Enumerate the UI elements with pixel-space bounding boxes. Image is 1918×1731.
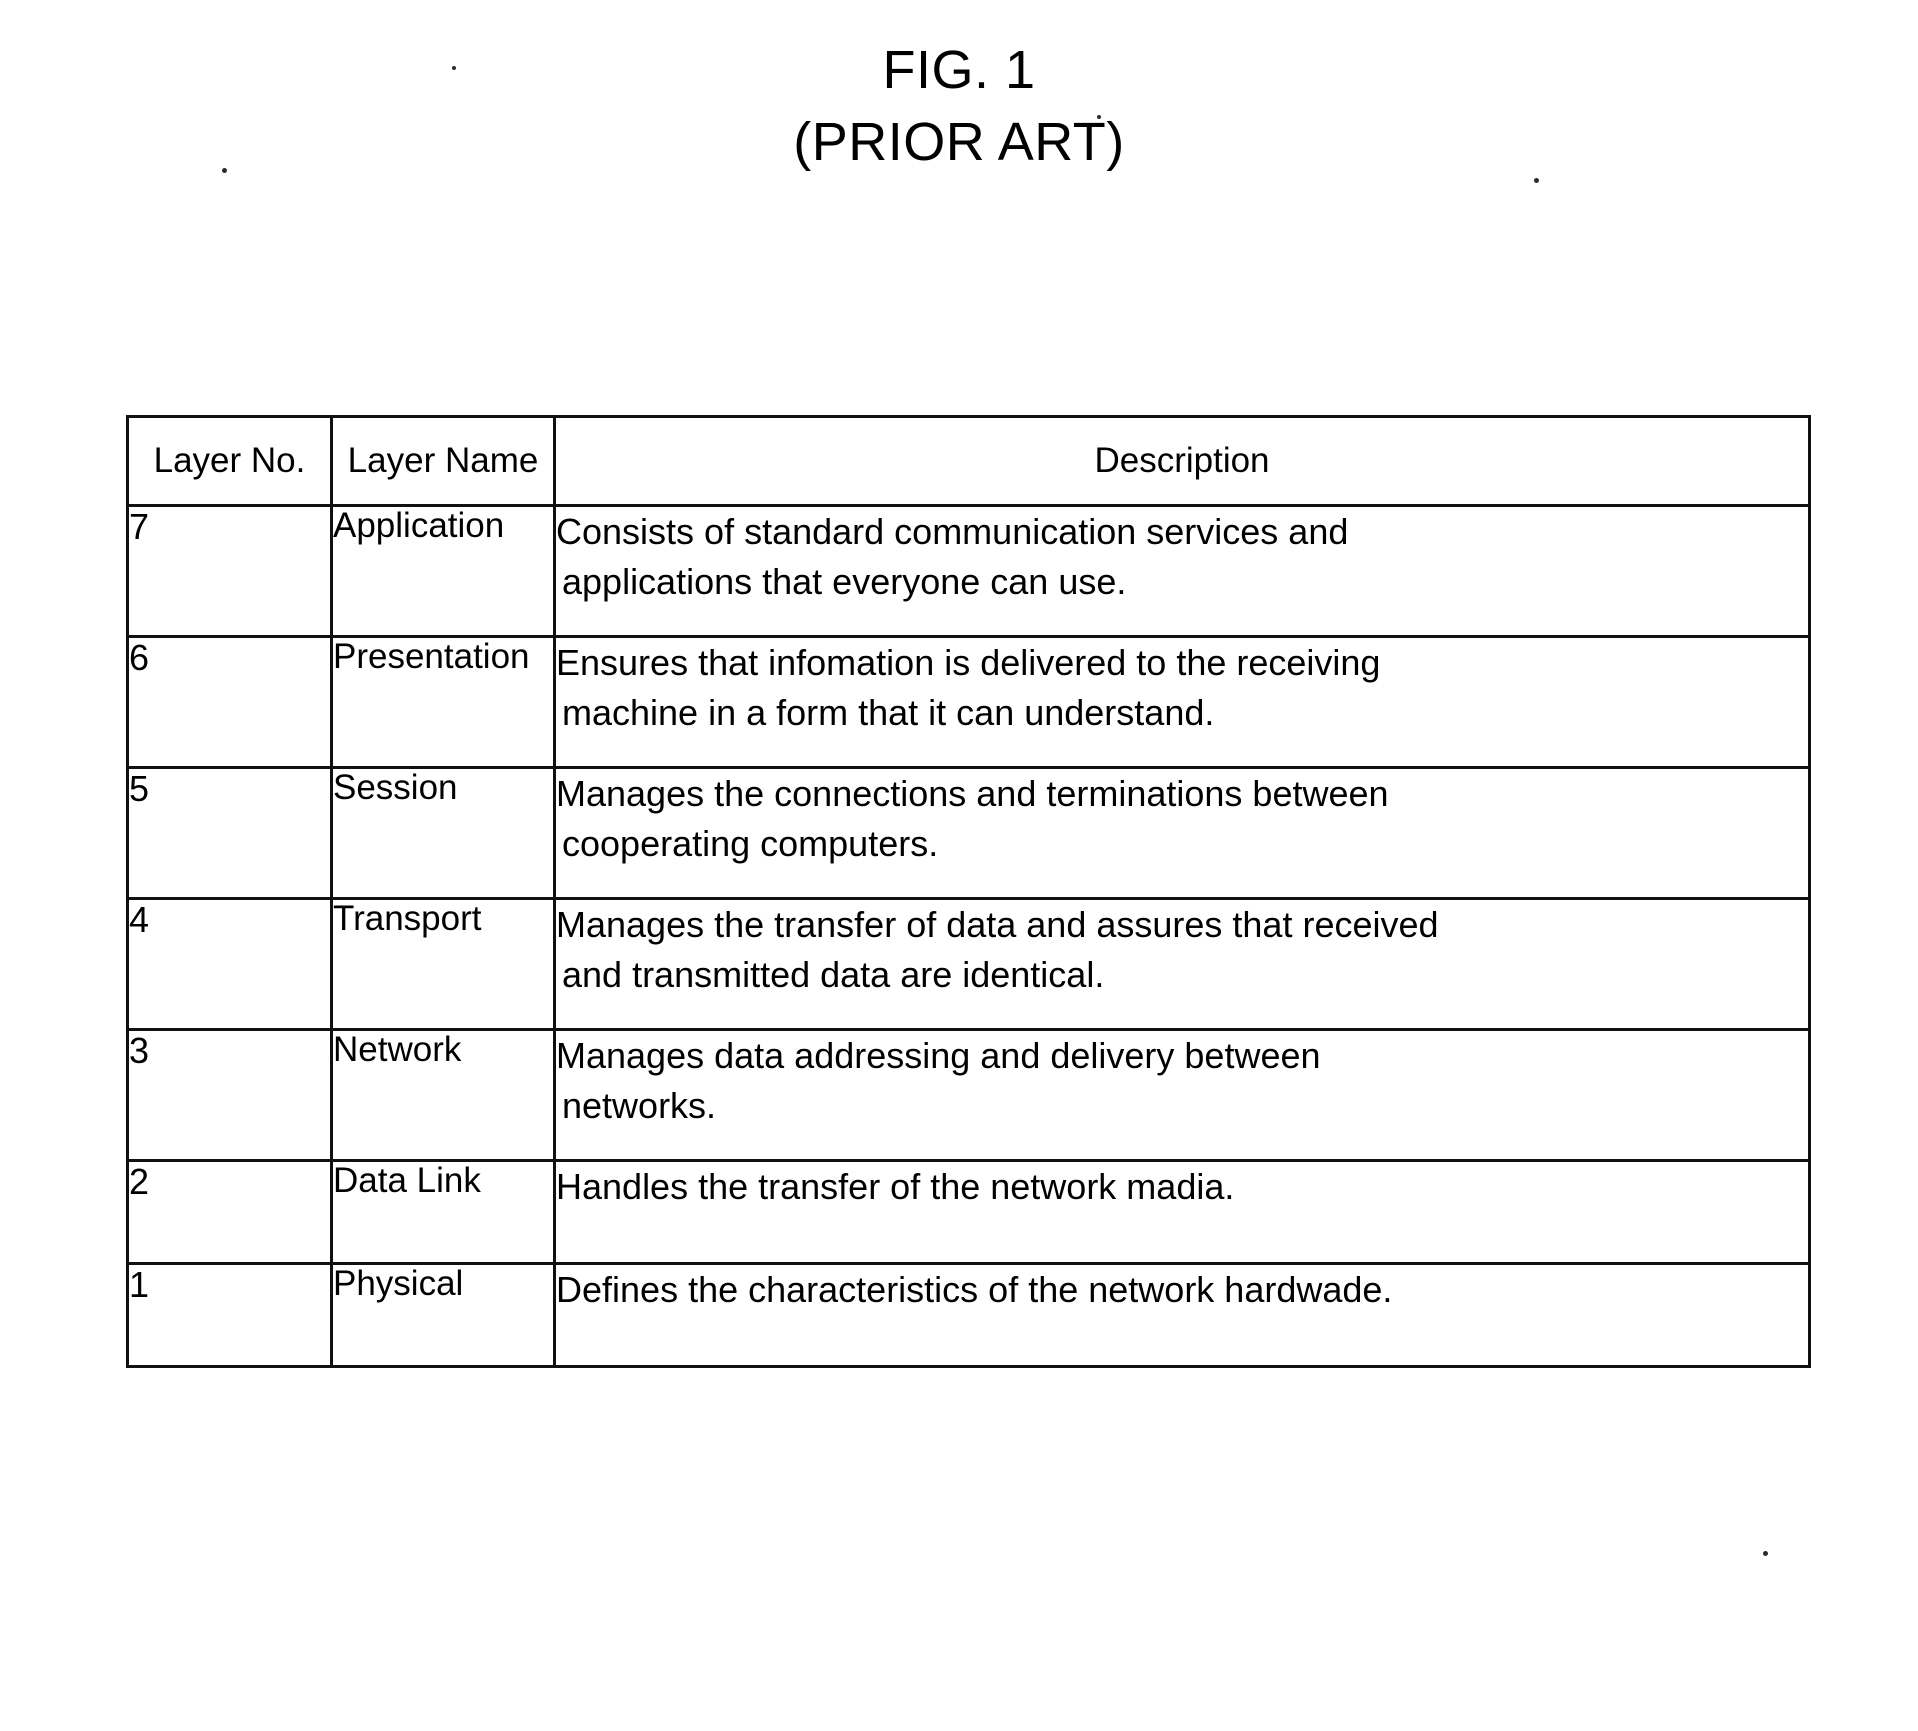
header-description: Description bbox=[553, 415, 1811, 507]
cell-description: Ensures that infomation is delivered to … bbox=[553, 635, 1811, 769]
table-row: 3 Network Manages data addressing and de… bbox=[126, 1028, 1811, 1162]
description-line-1: Ensures that infomation is delivered to … bbox=[556, 642, 1381, 683]
cell-layer-name: Application bbox=[330, 504, 556, 638]
cell-description: Handles the transfer of the network madi… bbox=[553, 1159, 1811, 1265]
scan-speck bbox=[1534, 178, 1539, 183]
description-line-1: Consists of standard communication servi… bbox=[556, 511, 1349, 552]
table-row: 6 Presentation Ensures that infomation i… bbox=[126, 635, 1811, 769]
description-line-1: Manages the connections and terminations… bbox=[556, 773, 1389, 814]
figure-number-label: FIG. 1 bbox=[882, 40, 1036, 100]
cell-description: Manages the connections and terminations… bbox=[553, 766, 1811, 900]
cell-layer-no: 4 bbox=[126, 897, 333, 1031]
cell-description: Manages the transfer of data and assures… bbox=[553, 897, 1811, 1031]
cell-layer-name: Transport bbox=[330, 897, 556, 1031]
table-row: 4 Transport Manages the transfer of data… bbox=[126, 897, 1811, 1031]
cell-layer-name: Session bbox=[330, 766, 556, 900]
cell-layer-name: Network bbox=[330, 1028, 556, 1162]
cell-layer-name: Presentation bbox=[330, 635, 556, 769]
cell-layer-name: Physical bbox=[330, 1262, 556, 1368]
description-line-1: Defines the characteristics of the netwo… bbox=[556, 1269, 1393, 1310]
figure-title: FIG. 1 (PRIOR ART) bbox=[0, 38, 1918, 176]
table-header-row: Layer No. Layer Name Description bbox=[126, 415, 1811, 507]
table-row: 5 Session Manages the connections and te… bbox=[126, 766, 1811, 900]
scan-speck bbox=[222, 168, 227, 173]
description-line-1: Manages data addressing and delivery bet… bbox=[556, 1035, 1321, 1076]
scan-speck bbox=[1097, 115, 1101, 119]
description-line-1: Handles the transfer of the network madi… bbox=[556, 1166, 1235, 1207]
header-layer-name: Layer Name bbox=[330, 415, 556, 507]
cell-layer-no: 2 bbox=[126, 1159, 333, 1265]
table-row: 7 Application Consists of standard commu… bbox=[126, 504, 1811, 638]
scan-speck bbox=[452, 66, 456, 70]
cell-description: Defines the characteristics of the netwo… bbox=[553, 1262, 1811, 1368]
cell-description: Manages data addressing and delivery bet… bbox=[553, 1028, 1811, 1162]
description-line-2: applications that everyone can use. bbox=[562, 560, 1127, 602]
description-line-2: machine in a form that it can understand… bbox=[562, 691, 1215, 733]
description-line-1: Manages the transfer of data and assures… bbox=[556, 904, 1439, 945]
cell-layer-name: Data Link bbox=[330, 1159, 556, 1265]
cell-layer-no: 7 bbox=[126, 504, 333, 638]
cell-layer-no: 6 bbox=[126, 635, 333, 769]
cell-layer-no: 3 bbox=[126, 1028, 333, 1162]
description-line-2: networks. bbox=[562, 1084, 717, 1126]
prior-art-label: (PRIOR ART) bbox=[793, 111, 1125, 172]
scan-speck bbox=[1763, 1551, 1768, 1556]
table-row: 2 Data Link Handles the transfer of the … bbox=[126, 1159, 1811, 1265]
table-row: 1 Physical Defines the characteristics o… bbox=[126, 1262, 1811, 1368]
description-line-2: and transmitted data are identical. bbox=[562, 953, 1105, 995]
cell-description: Consists of standard communication servi… bbox=[553, 504, 1811, 638]
description-line-2: cooperating computers. bbox=[562, 822, 939, 864]
cell-layer-no: 1 bbox=[126, 1262, 333, 1368]
header-layer-no: Layer No. bbox=[126, 415, 333, 507]
osi-layers-table: Layer No. Layer Name Description 7 Appli… bbox=[126, 415, 1811, 1368]
cell-layer-no: 5 bbox=[126, 766, 333, 900]
